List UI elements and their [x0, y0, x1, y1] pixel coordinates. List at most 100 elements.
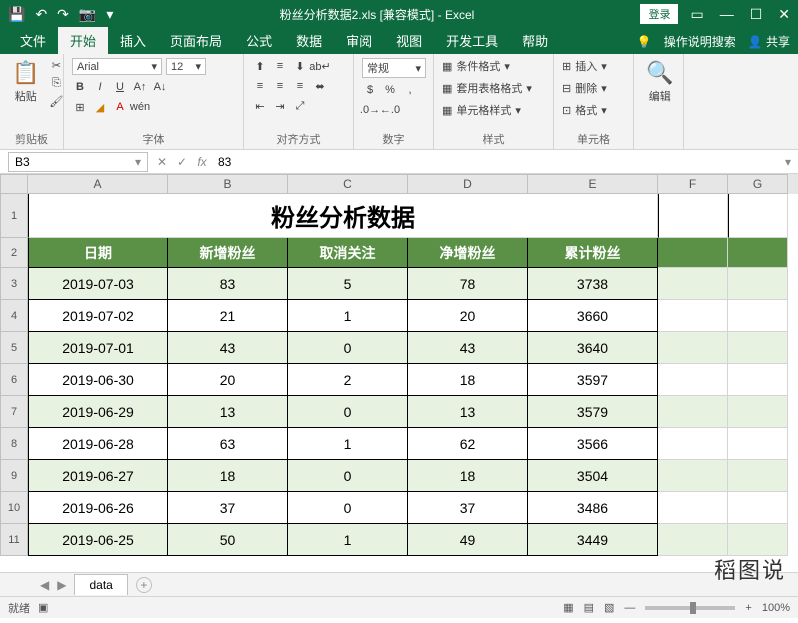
row-head[interactable]: 10	[0, 492, 28, 524]
orientation-icon[interactable]: ⤢	[292, 98, 308, 114]
row-head[interactable]: 7	[0, 396, 28, 428]
cell[interactable]: 2019-06-30	[28, 364, 168, 396]
indent-inc-icon[interactable]: ⇥	[272, 98, 288, 114]
cell[interactable]: 2019-06-28	[28, 428, 168, 460]
grow-font-icon[interactable]: A↑	[132, 79, 148, 95]
cell[interactable]: 83	[168, 268, 288, 300]
cell[interactable]	[728, 524, 788, 556]
font-color-icon[interactable]: A	[112, 99, 128, 115]
cell-style-button[interactable]: ▦ 单元格样式 ▾	[442, 102, 521, 118]
confirm-formula-icon[interactable]: ✓	[172, 155, 192, 169]
fx-icon[interactable]: fx	[192, 155, 212, 169]
select-all-corner[interactable]	[0, 174, 28, 194]
cell[interactable]	[728, 268, 788, 300]
cell[interactable]: 43	[168, 332, 288, 364]
cell[interactable]: 累计粉丝	[528, 238, 658, 268]
cell[interactable]: 2019-06-25	[28, 524, 168, 556]
view-break-icon[interactable]: ▧	[604, 601, 614, 614]
row-head[interactable]: 9	[0, 460, 28, 492]
new-sheet-icon[interactable]: +	[136, 577, 152, 593]
tab-insert[interactable]: 插入	[108, 27, 158, 54]
tell-me[interactable]: 操作说明搜索	[664, 33, 736, 50]
align-center-icon[interactable]: ≡	[272, 78, 288, 94]
cell[interactable]	[728, 396, 788, 428]
zoom-in-icon[interactable]: +	[745, 602, 751, 614]
expand-formula-icon[interactable]: ▾	[778, 155, 798, 169]
cell[interactable]: 18	[408, 364, 528, 396]
insert-cells-button[interactable]: ⊞ 插入 ▾	[562, 58, 607, 74]
row-head[interactable]: 5	[0, 332, 28, 364]
cell[interactable]: 78	[408, 268, 528, 300]
col-head-c[interactable]: C	[288, 174, 408, 194]
tab-home[interactable]: 开始	[58, 27, 108, 54]
format-cells-button[interactable]: ⊡ 格式 ▾	[562, 102, 607, 118]
cell[interactable]: 49	[408, 524, 528, 556]
zoom-slider[interactable]	[645, 606, 735, 610]
cell[interactable]: 20	[408, 300, 528, 332]
row-head[interactable]: 11	[0, 524, 28, 556]
align-right-icon[interactable]: ≡	[292, 78, 308, 94]
cell[interactable]: 新增粉丝	[168, 238, 288, 268]
align-top-icon[interactable]: ⬆	[252, 58, 268, 74]
cancel-formula-icon[interactable]: ✕	[152, 155, 172, 169]
minimize-icon[interactable]: —	[720, 6, 734, 23]
worksheet[interactable]: A B C D E F G 1粉丝分析数据2日期新增粉丝取消关注净增粉丝累计粉丝…	[0, 174, 798, 572]
record-macro-icon[interactable]: ▣	[38, 601, 48, 614]
tab-formula[interactable]: 公式	[234, 27, 284, 54]
qat-more-icon[interactable]: ▾	[106, 6, 113, 23]
cell[interactable]: 3597	[528, 364, 658, 396]
row-head[interactable]: 2	[0, 238, 28, 268]
cell[interactable]: 13	[168, 396, 288, 428]
redo-icon[interactable]: ↷	[57, 6, 69, 23]
close-icon[interactable]: ✕	[778, 6, 790, 23]
col-head-f[interactable]: F	[658, 174, 728, 194]
cell[interactable]	[658, 194, 728, 238]
cell[interactable]	[658, 460, 728, 492]
comma-icon[interactable]: ,	[402, 82, 418, 98]
cell[interactable]	[728, 460, 788, 492]
cell[interactable]	[658, 364, 728, 396]
cell[interactable]: 净增粉丝	[408, 238, 528, 268]
cell[interactable]: 取消关注	[288, 238, 408, 268]
italic-button[interactable]: I	[92, 79, 108, 95]
prev-sheet-icon[interactable]: ◀	[40, 578, 49, 592]
tab-dev[interactable]: 开发工具	[434, 27, 510, 54]
cell[interactable]: 3579	[528, 396, 658, 428]
tab-view[interactable]: 视图	[384, 27, 434, 54]
cell[interactable]: 2019-07-03	[28, 268, 168, 300]
login-button[interactable]: 登录	[640, 4, 678, 24]
zoom-out-icon[interactable]: —	[624, 602, 635, 614]
tab-review[interactable]: 审阅	[334, 27, 384, 54]
sheet-title[interactable]: 粉丝分析数据	[28, 194, 658, 238]
cell[interactable]: 63	[168, 428, 288, 460]
tab-data[interactable]: 数据	[284, 27, 334, 54]
cell[interactable]: 3640	[528, 332, 658, 364]
cell[interactable]: 37	[408, 492, 528, 524]
cell[interactable]: 3660	[528, 300, 658, 332]
view-normal-icon[interactable]: ▦	[563, 601, 573, 614]
cell[interactable]	[658, 268, 728, 300]
col-head-a[interactable]: A	[28, 174, 168, 194]
cut-icon[interactable]: ✂	[49, 58, 63, 72]
fill-color-icon[interactable]: ◢	[92, 99, 108, 115]
cell[interactable]: 2019-07-01	[28, 332, 168, 364]
cond-format-button[interactable]: ▦ 条件格式 ▾	[442, 58, 510, 74]
cell[interactable]: 18	[408, 460, 528, 492]
cell[interactable]: 3486	[528, 492, 658, 524]
inc-decimal-icon[interactable]: .0→	[362, 102, 378, 118]
indent-dec-icon[interactable]: ⇤	[252, 98, 268, 114]
maximize-icon[interactable]: ☐	[750, 6, 763, 23]
undo-icon[interactable]: ↶	[35, 6, 47, 23]
cell[interactable]: 0	[288, 492, 408, 524]
col-head-g[interactable]: G	[728, 174, 788, 194]
font-name[interactable]: Arial▾	[72, 58, 162, 75]
editing-button[interactable]: 🔍 编辑	[642, 58, 677, 106]
cell[interactable]: 18	[168, 460, 288, 492]
sheet-tab-data[interactable]: data	[74, 574, 127, 595]
cell[interactable]	[658, 238, 728, 268]
cell[interactable]: 5	[288, 268, 408, 300]
cell[interactable]	[728, 428, 788, 460]
cell[interactable]: 2019-06-26	[28, 492, 168, 524]
cell[interactable]: 2019-06-29	[28, 396, 168, 428]
border-icon[interactable]: ⊞	[72, 99, 88, 115]
